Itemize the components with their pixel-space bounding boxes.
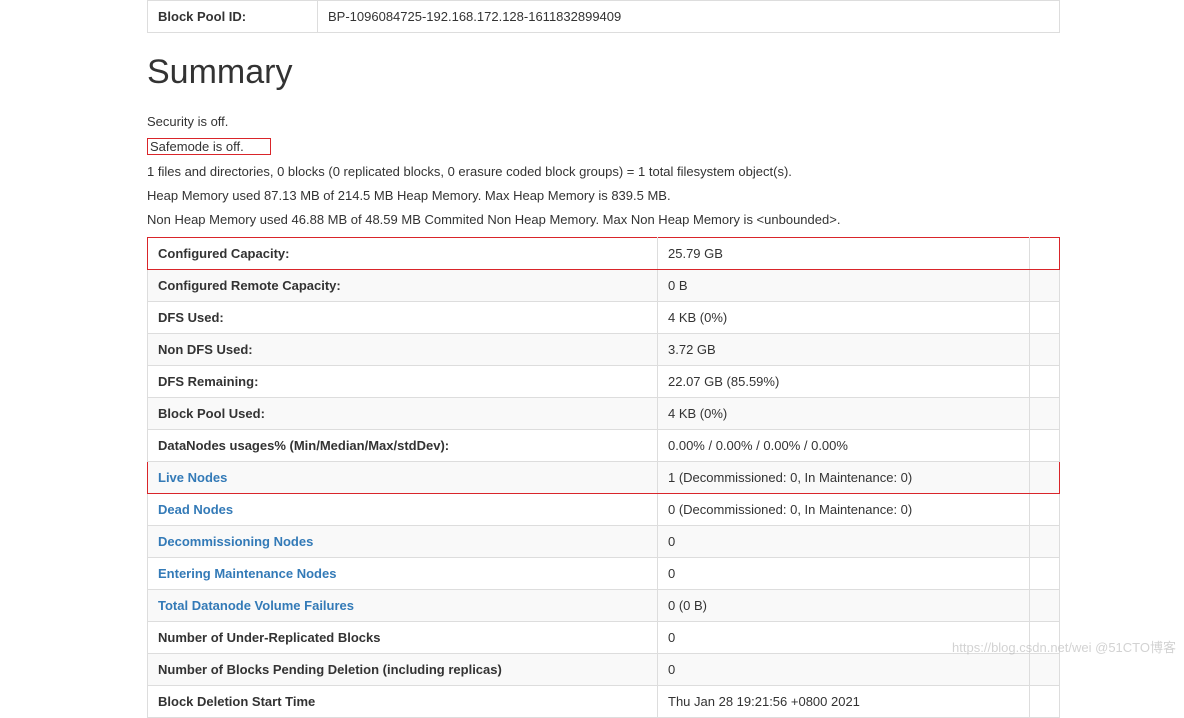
summary-row-value: 0 [658, 654, 1030, 686]
summary-row-label: Block Pool Used: [148, 398, 658, 430]
summary-row-pad [1030, 686, 1060, 718]
security-status: Security is off. [147, 114, 1060, 129]
summary-row-value: 22.07 GB (85.59%) [658, 366, 1030, 398]
block-pool-id-value: BP-1096084725-192.168.172.128-1611832899… [318, 1, 1060, 33]
summary-row-pad [1030, 526, 1060, 558]
table-row: Block Pool Used:4 KB (0%) [148, 398, 1060, 430]
summary-row-value: 0 (Decommissioned: 0, In Maintenance: 0) [658, 494, 1030, 526]
table-row: Total Datanode Volume Failures 0 (0 B) [148, 590, 1060, 622]
summary-row-pad [1030, 590, 1060, 622]
table-row: DataNodes usages% (Min/Median/Max/stdDev… [148, 430, 1060, 462]
summary-row-value: Thu Jan 28 19:21:56 +0800 2021 [658, 686, 1030, 718]
summary-row-pad [1030, 430, 1060, 462]
table-row: Number of Under-Replicated Blocks0 [148, 622, 1060, 654]
summary-row-link[interactable]: Live Nodes [158, 470, 227, 485]
heap-memory-status: Heap Memory used 87.13 MB of 214.5 MB He… [147, 188, 1060, 203]
summary-row-link[interactable]: Entering Maintenance Nodes [158, 566, 336, 581]
summary-row-pad [1030, 558, 1060, 590]
summary-row-pad [1030, 462, 1060, 494]
table-row: Configured Remote Capacity:0 B [148, 270, 1060, 302]
summary-heading: Summary [147, 53, 1060, 92]
summary-row-pad [1030, 334, 1060, 366]
summary-row-value: 0.00% / 0.00% / 0.00% / 0.00% [658, 430, 1030, 462]
summary-row-label: Number of Under-Replicated Blocks [148, 622, 658, 654]
summary-row-value: 4 KB (0%) [658, 302, 1030, 334]
summary-row-pad [1030, 622, 1060, 654]
summary-row-pad [1030, 494, 1060, 526]
summary-row-label: Block Deletion Start Time [148, 686, 658, 718]
summary-row-pad [1030, 238, 1060, 270]
summary-row-link[interactable]: Decommissioning Nodes [158, 534, 313, 549]
block-pool-table: Block Pool ID: BP-1096084725-192.168.172… [147, 0, 1060, 33]
filesystem-status: 1 files and directories, 0 blocks (0 rep… [147, 164, 1060, 179]
summary-row-pad [1030, 654, 1060, 686]
summary-row-pad [1030, 398, 1060, 430]
table-row: Number of Blocks Pending Deletion (inclu… [148, 654, 1060, 686]
summary-row-label[interactable]: Live Nodes [148, 462, 658, 494]
summary-table: Configured Capacity:25.79 GBConfigured R… [147, 237, 1060, 718]
nonheap-memory-status: Non Heap Memory used 46.88 MB of 48.59 M… [147, 212, 1060, 227]
summary-row-value: 0 B [658, 270, 1030, 302]
table-row: Dead Nodes 0 (Decommissioned: 0, In Maint… [148, 494, 1060, 526]
table-row: Block Deletion Start TimeThu Jan 28 19:2… [148, 686, 1060, 718]
table-row: Decommissioning Nodes 0 [148, 526, 1060, 558]
summary-row-pad [1030, 270, 1060, 302]
table-row: DFS Remaining:22.07 GB (85.59%) [148, 366, 1060, 398]
summary-row-label: Number of Blocks Pending Deletion (inclu… [148, 654, 658, 686]
table-row: DFS Used:4 KB (0%) [148, 302, 1060, 334]
summary-row-value: 3.72 GB [658, 334, 1030, 366]
summary-row-value: 0 [658, 558, 1030, 590]
summary-row-label[interactable]: Total Datanode Volume Failures [148, 590, 658, 622]
summary-row-value: 1 (Decommissioned: 0, In Maintenance: 0) [658, 462, 1030, 494]
table-row: Non DFS Used:3.72 GB [148, 334, 1060, 366]
summary-row-link[interactable]: Total Datanode Volume Failures [158, 598, 354, 613]
summary-row-label: Configured Capacity: [148, 238, 658, 270]
block-pool-id-label: Block Pool ID: [148, 1, 318, 33]
table-row: Configured Capacity:25.79 GB [148, 238, 1060, 270]
summary-row-link[interactable]: Dead Nodes [158, 502, 233, 517]
safemode-status: Safemode is off. [147, 138, 271, 155]
summary-row-label: DFS Remaining: [148, 366, 658, 398]
summary-row-label: DFS Used: [148, 302, 658, 334]
table-row: Entering Maintenance Nodes 0 [148, 558, 1060, 590]
summary-row-label[interactable]: Dead Nodes [148, 494, 658, 526]
summary-row-label[interactable]: Decommissioning Nodes [148, 526, 658, 558]
summary-row-label: DataNodes usages% (Min/Median/Max/stdDev… [148, 430, 658, 462]
summary-row-label[interactable]: Entering Maintenance Nodes [148, 558, 658, 590]
summary-row-value: 0 (0 B) [658, 590, 1030, 622]
summary-row-value: 0 [658, 526, 1030, 558]
summary-status-block: Security is off. Safemode is off. 1 file… [147, 114, 1060, 227]
summary-row-value: 4 KB (0%) [658, 398, 1030, 430]
summary-row-pad [1030, 366, 1060, 398]
summary-row-value: 0 [658, 622, 1030, 654]
summary-row-value: 25.79 GB [658, 238, 1030, 270]
table-row: Live Nodes 1 (Decommissioned: 0, In Maint… [148, 462, 1060, 494]
summary-row-label: Non DFS Used: [148, 334, 658, 366]
summary-row-pad [1030, 302, 1060, 334]
summary-row-label: Configured Remote Capacity: [148, 270, 658, 302]
